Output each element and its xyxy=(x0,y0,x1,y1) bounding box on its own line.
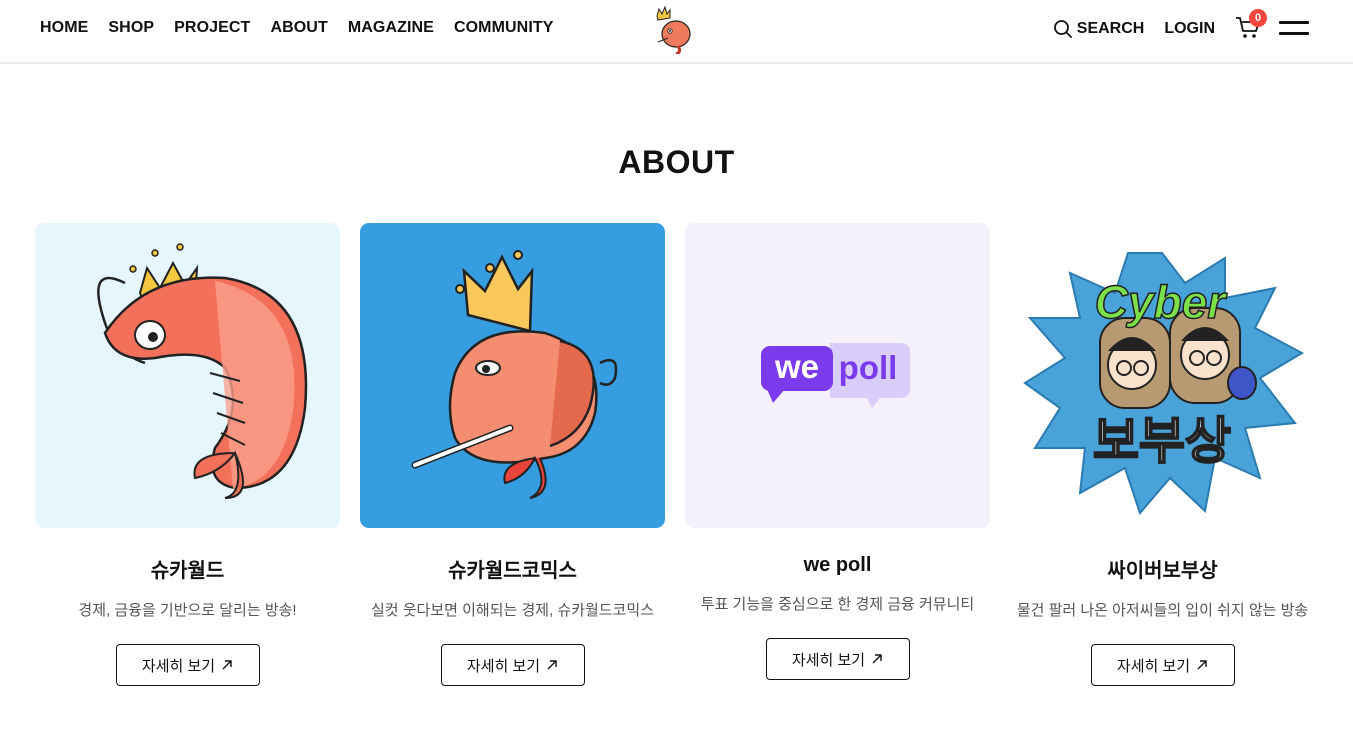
wepoll-logo-we: we xyxy=(774,348,819,385)
shrimp-crown-illustration xyxy=(97,243,308,499)
nav-magazine[interactable]: MAGAZINE xyxy=(348,18,434,38)
card-description: 물건 팔러 나온 아저씨들의 입이 쉬지 않는 방송 xyxy=(1016,602,1309,619)
bobusang-logo-text: 보부상 xyxy=(1093,412,1231,470)
card-shukaworld: 슈카월드 경제, 금융을 기반으로 달리는 방송! 자세히 보기 xyxy=(35,223,340,686)
card-title: we poll xyxy=(803,554,872,576)
shrimp-cigarette-illustration xyxy=(411,250,618,499)
nav-home[interactable]: HOME xyxy=(40,18,88,38)
search-button[interactable]: SEARCH xyxy=(1053,19,1145,39)
cyber-bobusang-illustration: Cyber 보부상 xyxy=(1023,252,1305,515)
cart-count-badge: 0 xyxy=(1249,9,1267,27)
card-description: 경제, 금융을 기반으로 달리는 방송! xyxy=(78,602,297,619)
search-icon xyxy=(1053,20,1072,38)
card-wepoll: we poll we poll 투표 기능을 중심으로 한 경제 금융 커뮤니티… xyxy=(685,223,990,680)
wepoll-logo: we poll xyxy=(761,343,910,408)
view-details-button[interactable]: 자세히 보기 xyxy=(765,638,910,680)
button-label: 자세히 보기 xyxy=(791,651,866,669)
card-description: 투표 기능을 중심으로 한 경제 금융 커뮤니티 xyxy=(700,596,975,613)
card-thumbnail[interactable] xyxy=(35,223,340,528)
card-thumbnail[interactable]: we poll xyxy=(685,223,990,528)
card-title: 슈카월드코믹스 xyxy=(448,560,577,582)
card-title: 싸이버보부상 xyxy=(1107,560,1218,582)
card-description: 실컷 웃다보면 이해되는 경제, 슈카월드코믹스 xyxy=(370,602,655,619)
login-link[interactable]: LOGIN xyxy=(1164,20,1215,38)
nav-community[interactable]: COMMUNITY xyxy=(454,18,554,38)
site-header: HOME SHOP PROJECT ABOUT MAGAZINE COMMUNI… xyxy=(0,0,1353,64)
view-details-button[interactable]: 자세히 보기 xyxy=(1090,644,1235,686)
card-thumbnail[interactable]: Cyber 보부상 xyxy=(1010,223,1315,528)
wepoll-logo-poll: poll xyxy=(839,349,898,386)
card-thumbnail[interactable] xyxy=(360,223,665,528)
card-title: 슈카월드 xyxy=(150,560,225,582)
cyber-logo-text: Cyber xyxy=(1095,276,1227,328)
view-details-button[interactable]: 자세히 보기 xyxy=(440,644,585,686)
hamburger-menu-icon[interactable] xyxy=(1279,21,1309,37)
nav-about[interactable]: ABOUT xyxy=(270,18,327,38)
card-shukaworld-comics: 슈카월드코믹스 실컷 웃다보면 이해되는 경제, 슈카월드코믹스 자세히 보기 xyxy=(360,223,665,686)
view-details-button[interactable]: 자세히 보기 xyxy=(115,644,260,686)
cart-button[interactable]: 0 xyxy=(1235,9,1267,43)
nav-shop[interactable]: SHOP xyxy=(108,18,154,38)
header-actions: SEARCH LOGIN 0 xyxy=(1053,9,1309,44)
nav-project[interactable]: PROJECT xyxy=(174,18,250,38)
button-label: 자세히 보기 xyxy=(1116,657,1191,675)
arrow-up-right-icon xyxy=(872,654,882,664)
button-label: 자세히 보기 xyxy=(466,657,541,675)
main-nav: HOME SHOP PROJECT ABOUT MAGAZINE COMMUNI… xyxy=(40,18,554,38)
button-label: 자세히 보기 xyxy=(141,657,216,675)
search-label: SEARCH xyxy=(1076,20,1145,37)
arrow-up-right-icon xyxy=(547,660,557,670)
section-title: ABOUT xyxy=(618,144,735,180)
site-logo[interactable] xyxy=(652,4,696,56)
card-cyber-bobusang: Cyber 보부상 싸이버보부상 물건 팔러 나온 아저씨들의 입이 쉬지 않는… xyxy=(1010,223,1315,686)
arrow-up-right-icon xyxy=(1197,660,1207,670)
arrow-up-right-icon xyxy=(222,660,232,670)
